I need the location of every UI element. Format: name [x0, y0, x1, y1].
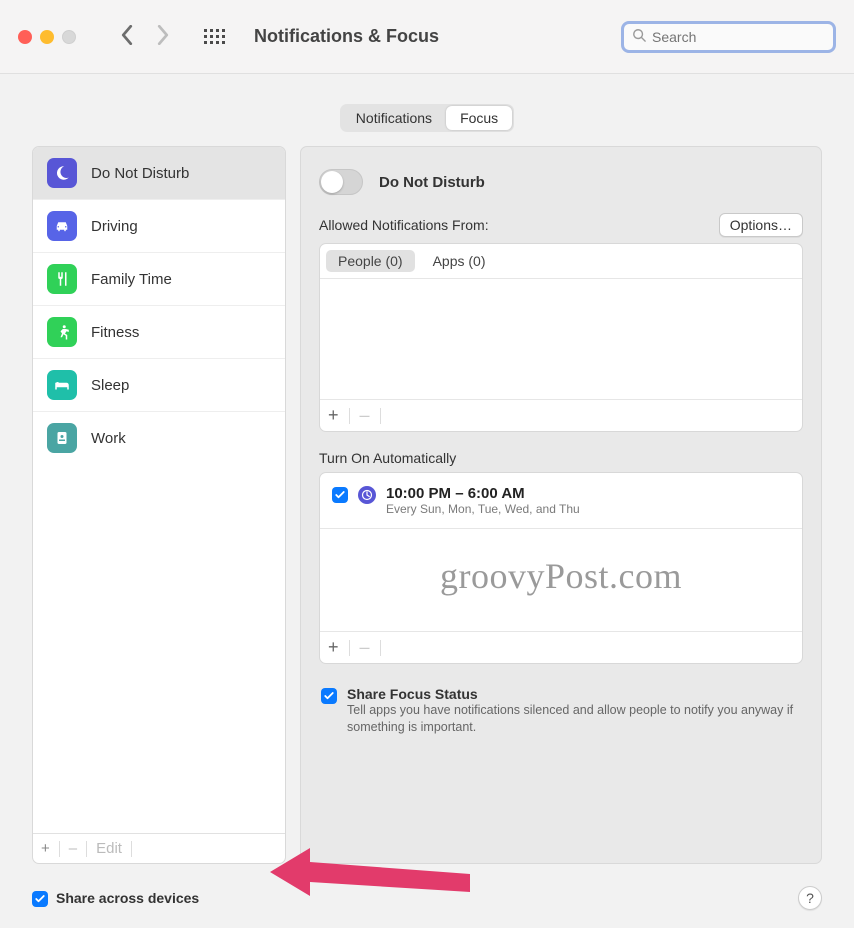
divider: [131, 841, 132, 857]
schedule-time: 10:00 PM – 6:00 AM: [386, 485, 580, 502]
runner-icon: [47, 317, 77, 347]
focus-toggle-label: Do Not Disturb: [379, 174, 485, 191]
footer-row: Share across devices ?: [0, 886, 854, 930]
tab-focus[interactable]: Focus: [446, 106, 512, 130]
share-across-devices-row: Share across devices: [32, 889, 199, 907]
tab-notifications[interactable]: Notifications: [342, 106, 446, 130]
auto-section: Turn On Automatically 10:00 PM – 6:00 AM…: [319, 450, 803, 664]
bed-icon: [47, 370, 77, 400]
allowed-body: [320, 279, 802, 399]
detail-pane: Do Not Disturb Allowed Notifications Fro…: [300, 146, 822, 864]
share-focus-status-checkbox[interactable]: [321, 688, 337, 704]
add-allowed-button[interactable]: +: [328, 405, 339, 426]
moon-icon: [47, 158, 77, 188]
divider: [86, 841, 87, 857]
share-focus-status-desc: Tell apps you have notifications silence…: [347, 702, 801, 736]
options-button[interactable]: Options…: [719, 213, 803, 237]
focus-sidebar: Do Not Disturb Driving Family Time: [32, 146, 286, 864]
divider: [59, 841, 60, 857]
schedule-row[interactable]: 10:00 PM – 6:00 AM Every Sun, Mon, Tue, …: [320, 473, 802, 529]
focus-toggle-switch[interactable]: [319, 169, 363, 195]
edit-focus-button[interactable]: Edit: [96, 840, 122, 857]
divider: [380, 640, 381, 656]
minimize-window-button[interactable]: [40, 30, 54, 44]
auto-footer: + –: [320, 631, 802, 663]
badge-icon: [47, 423, 77, 453]
share-across-devices-label: Share across devices: [56, 890, 199, 906]
car-icon: [47, 211, 77, 241]
show-all-prefs-button[interactable]: [204, 29, 226, 45]
sidebar-item-family-time[interactable]: Family Time: [33, 252, 285, 305]
pane-title: Notifications & Focus: [254, 26, 609, 47]
help-button[interactable]: ?: [798, 886, 822, 910]
sidebar-item-work[interactable]: Work: [33, 411, 285, 464]
sidebar-item-label: Family Time: [91, 271, 172, 288]
divider: [349, 408, 350, 424]
search-field[interactable]: [621, 21, 836, 53]
share-across-devices-checkbox[interactable]: [32, 891, 48, 907]
watermark-text: groovyPost.com: [320, 529, 802, 631]
segmented-bar: Notifications Focus: [0, 74, 854, 146]
apps-tab[interactable]: Apps (0): [421, 250, 498, 272]
divider: [380, 408, 381, 424]
share-focus-status-text: Share Focus Status Tell apps you have no…: [347, 686, 801, 736]
focus-toggle-row: Do Not Disturb: [319, 169, 803, 195]
sidebar-item-label: Do Not Disturb: [91, 165, 189, 182]
allowed-card: People (0) Apps (0) + –: [319, 243, 803, 432]
allowed-footer: + –: [320, 399, 802, 431]
sidebar-item-label: Sleep: [91, 377, 129, 394]
window-controls: [18, 30, 76, 44]
sidebar-item-label: Driving: [91, 218, 138, 235]
sidebar-item-label: Work: [91, 430, 126, 447]
sidebar-item-do-not-disturb[interactable]: Do Not Disturb: [33, 147, 285, 199]
auto-card: 10:00 PM – 6:00 AM Every Sun, Mon, Tue, …: [319, 472, 803, 664]
schedule-checkbox[interactable]: [332, 487, 348, 503]
close-window-button[interactable]: [18, 30, 32, 44]
allowed-section-head: Allowed Notifications From: Options…: [319, 213, 803, 237]
remove-focus-button[interactable]: –: [69, 840, 77, 857]
nav-arrows: [120, 25, 170, 48]
search-icon: [632, 28, 646, 45]
back-button[interactable]: [120, 25, 134, 48]
remove-schedule-button[interactable]: –: [360, 637, 370, 658]
focus-list: Do Not Disturb Driving Family Time: [33, 147, 285, 833]
share-focus-status-row: Share Focus Status Tell apps you have no…: [319, 682, 803, 736]
sidebar-item-label: Fitness: [91, 324, 139, 341]
sidebar-item-driving[interactable]: Driving: [33, 199, 285, 252]
divider: [349, 640, 350, 656]
clock-icon: [358, 486, 376, 504]
allowed-label: Allowed Notifications From:: [319, 217, 489, 233]
auto-label: Turn On Automatically: [319, 450, 803, 466]
fork-knife-icon: [47, 264, 77, 294]
sidebar-item-sleep[interactable]: Sleep: [33, 358, 285, 411]
content-area: Do Not Disturb Driving Family Time: [0, 146, 854, 886]
share-focus-status-heading: Share Focus Status: [347, 686, 801, 702]
toolbar: Notifications & Focus: [0, 0, 854, 74]
remove-allowed-button[interactable]: –: [360, 405, 370, 426]
fullscreen-window-button[interactable]: [62, 30, 76, 44]
schedule-text: 10:00 PM – 6:00 AM Every Sun, Mon, Tue, …: [386, 485, 580, 516]
system-preferences-window: Notifications & Focus Notifications Focu…: [0, 0, 854, 928]
segmented-control: Notifications Focus: [340, 104, 514, 132]
add-focus-button[interactable]: +: [41, 840, 50, 857]
sidebar-footer: + – Edit: [33, 833, 285, 863]
schedule-days: Every Sun, Mon, Tue, Wed, and Thu: [386, 502, 580, 516]
allowed-section: Allowed Notifications From: Options… Peo…: [319, 213, 803, 432]
people-tab[interactable]: People (0): [326, 250, 415, 272]
add-schedule-button[interactable]: +: [328, 637, 339, 658]
allowed-tabs: People (0) Apps (0): [320, 244, 802, 279]
sidebar-item-fitness[interactable]: Fitness: [33, 305, 285, 358]
forward-button[interactable]: [156, 25, 170, 48]
search-input[interactable]: [652, 29, 825, 45]
